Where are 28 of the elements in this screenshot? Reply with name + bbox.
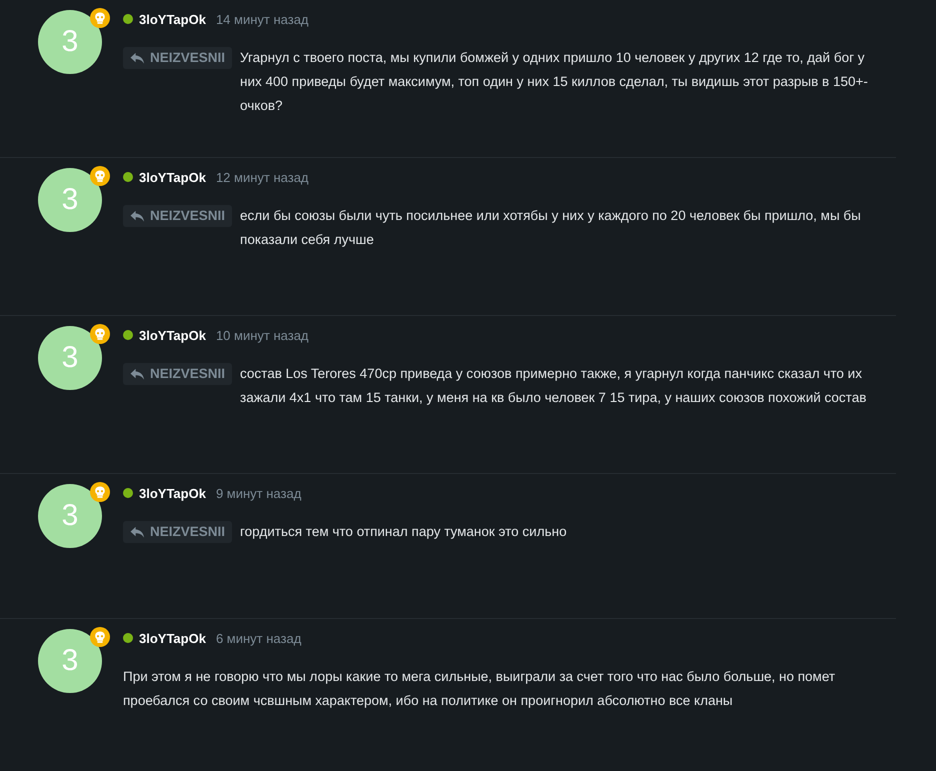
comment-time: 12 минут назад: [216, 170, 309, 184]
reply-icon: [130, 526, 145, 538]
author-name[interactable]: 3loYTapOk: [139, 328, 206, 342]
reply-icon: [130, 210, 145, 222]
author-name[interactable]: 3loYTapOk: [139, 630, 206, 646]
author-name[interactable]: 3loYTapOk: [139, 12, 206, 26]
skull-badge-icon: [90, 482, 110, 502]
comment-text: Угарнул с твоего поста, мы купили бомжей у одних пришло 10 человек у других 12 где то, дай бог у них 400 приведы будет максимум, топ один у них 15 киллов сделал, ты видишь этот разрыв в 150+- очков?: [240, 49, 869, 115]
reply-icon: [130, 368, 145, 380]
author-name[interactable]: 3loYTapOk: [139, 486, 206, 500]
skull-badge-icon: [90, 8, 110, 28]
reply-tag[interactable]: NEIZVESNII: [123, 205, 232, 227]
reply-tag[interactable]: NEIZVESNII: [123, 47, 232, 69]
comment-time: 9 минут назад: [216, 486, 302, 500]
comment-time: 6 минут назад: [216, 630, 302, 646]
reply-icon: [130, 52, 145, 64]
skull-badge-icon: [90, 166, 110, 186]
reply-tag[interactable]: NEIZVESNII: [123, 363, 232, 385]
author-name[interactable]: 3loYTapOk: [139, 170, 206, 184]
comment-time: 10 минут назад: [216, 328, 309, 342]
reply-tag[interactable]: NEIZVESNII: [123, 521, 232, 543]
comment-text: гордиться тем что отпинал пару туманок это сильно: [240, 523, 568, 541]
comment-time: 14 минут назад: [216, 12, 309, 26]
comment-text: При этом я не говорю что мы лоры какие то мега сильные, выиграли за счет того что нас было больше, но помет проебался со своим чсвшным характером, ибо на политике он проигнорил абсолютно все кланы: [123, 668, 836, 710]
skull-badge-icon: [90, 324, 110, 344]
comment-text: состав Los Terores 470ср приведа у союзов примерно также, я угарнул когда панчикс сказал что их зажали 4х1 что там 15 танки, у меня на кв было человек 7 15 тира, у наших союзов похожий состав: [240, 365, 868, 407]
comment-text: если бы союзы были чуть посильнее или хотябы у них у каждого по 20 человек бы пришло, мы бы показали себя лучше: [240, 207, 862, 249]
skull-badge-icon: [90, 627, 110, 647]
